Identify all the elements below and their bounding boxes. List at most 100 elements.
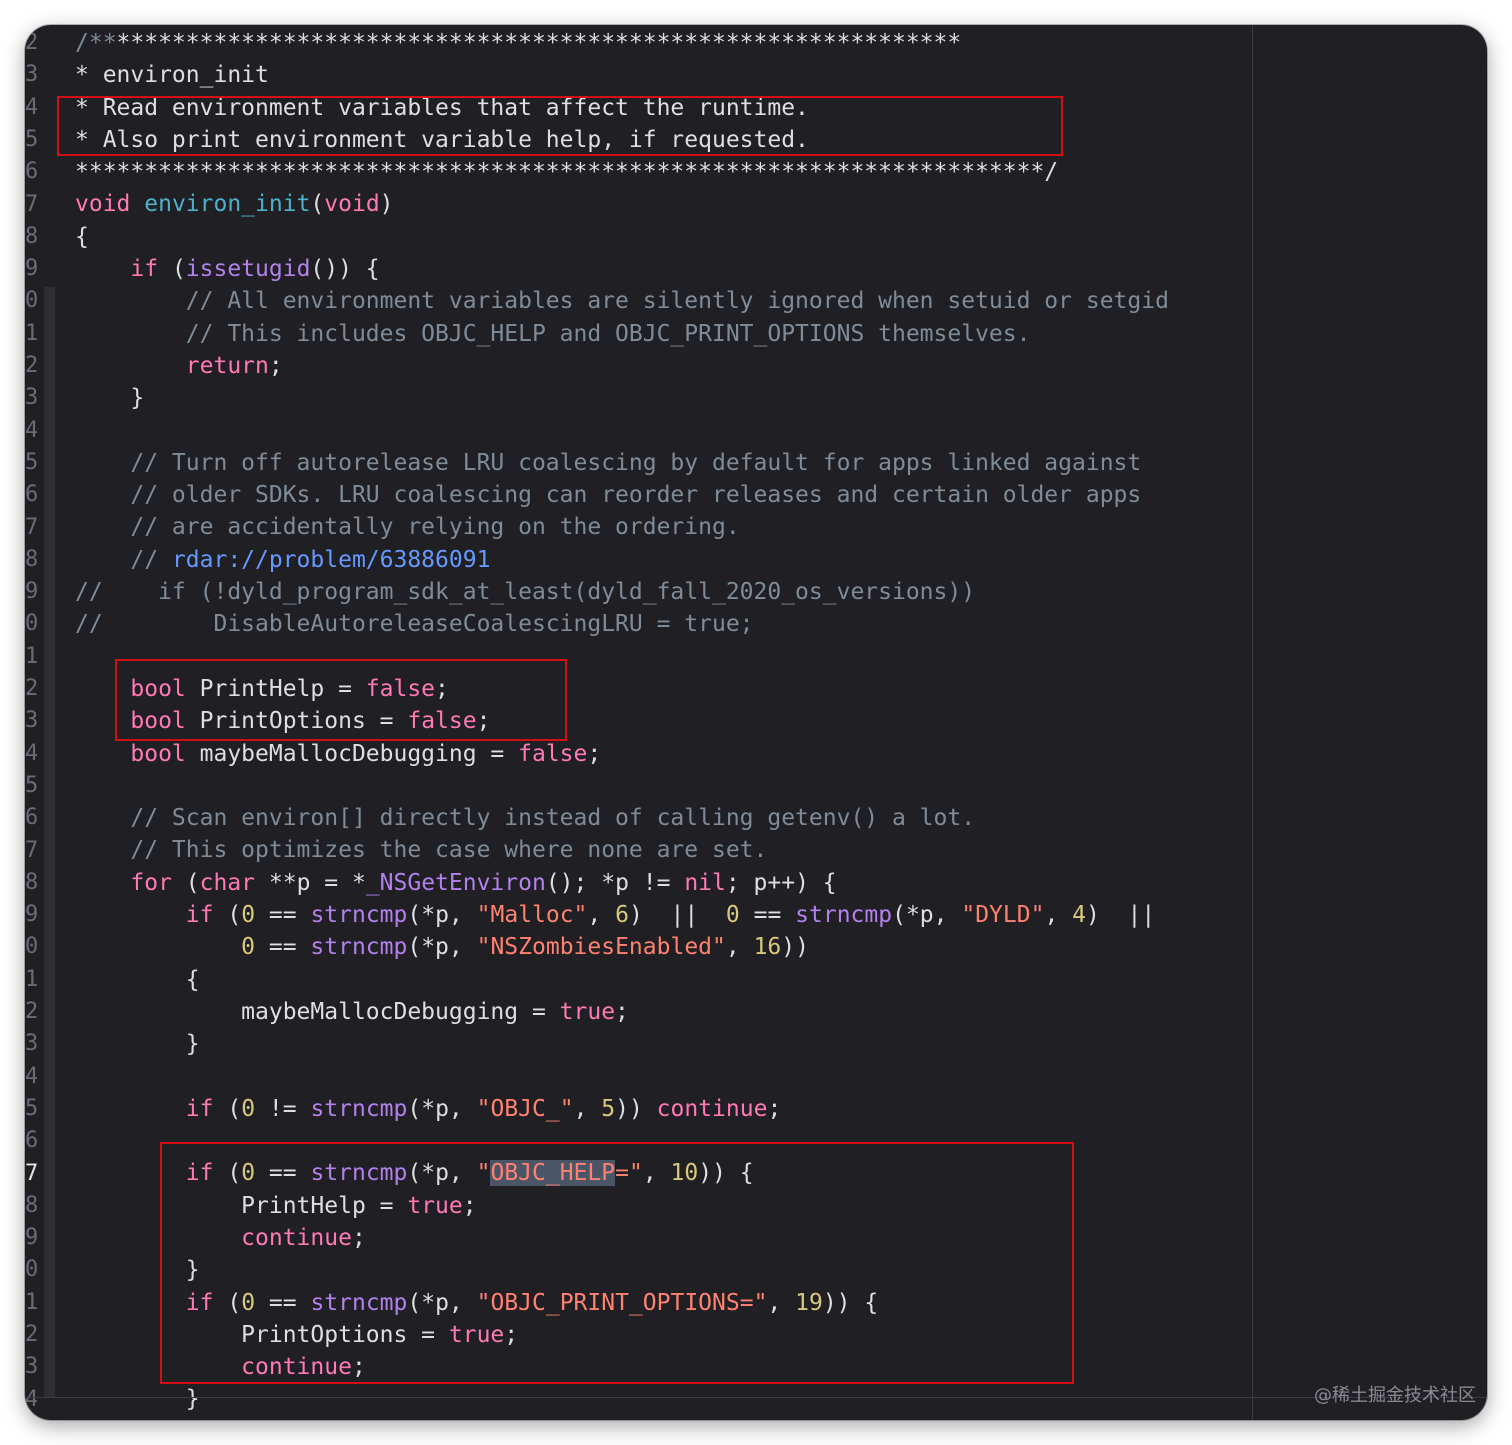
line-number: 2 (25, 353, 37, 378)
code-token: false (518, 740, 588, 767)
code-token: // Scan environ[] directly instead of ca… (75, 805, 976, 832)
code-token: rdar://problem/63886091 (171, 546, 491, 573)
watermark-text: @稀土掘金技术社区 (1314, 1385, 1476, 1406)
code-line[interactable]: ****************************************… (75, 156, 1487, 188)
annotation-box-comment (57, 96, 1063, 156)
code-line[interactable]: // DisableAutoreleaseCoalescingLRU = tru… (75, 608, 1487, 640)
code-token: bool (130, 740, 186, 767)
code-token: // All environment variables are silentl… (75, 288, 1169, 315)
code-line[interactable]: for (char **p = *_NSGetEnviron(); *p != … (75, 867, 1487, 899)
code-token: ; (268, 352, 283, 379)
code-line[interactable]: if (0 != strncmp(*p, "OBJC_", 5)) contin… (75, 1093, 1487, 1125)
line-number: 1 (25, 966, 37, 992)
code-token: )) (781, 934, 809, 961)
code-token: // (75, 546, 172, 573)
code-token: ) || (628, 902, 726, 929)
code-token: // This includes OBJC_HELP and OBJC_PRIN… (75, 320, 1031, 347)
code-line[interactable]: /***************************************… (75, 27, 1487, 59)
line-number: 5 (25, 772, 37, 798)
code-line[interactable]: // This optimizes the case where none ar… (75, 834, 1487, 866)
line-number: 1 (25, 320, 37, 346)
code-line[interactable]: if (0 == strncmp(*p, "Malloc", 6) || 0 =… (75, 899, 1487, 931)
code-token: strncmp (310, 1095, 408, 1122)
code-token: "OBJC_" (476, 1095, 574, 1122)
line-number: 4 (25, 1386, 37, 1412)
code-token: char (199, 869, 256, 896)
code-token: , (587, 902, 616, 929)
code-line[interactable]: // This includes OBJC_HELP and OBJC_PRIN… (75, 318, 1487, 350)
code-token: , (725, 934, 754, 961)
code-token: ; (587, 740, 602, 767)
line-number: 6 (25, 482, 37, 508)
line-number: 9 (25, 902, 37, 928)
line-number: 0 (25, 611, 37, 637)
code-token: // are accidentally relying on the order… (75, 514, 740, 541)
code-token: == (739, 902, 796, 929)
code-token: // older SDKs. LRU coalescing can reorde… (75, 482, 1142, 509)
code-token: (*p, (892, 902, 962, 929)
line-number: 8 (25, 1192, 37, 1218)
code-token: ( (171, 869, 200, 896)
code-line[interactable]: // older SDKs. LRU coalescing can reorde… (75, 479, 1487, 511)
code-line[interactable]: bool maybeMallocDebugging = false; (75, 738, 1487, 770)
horizontal-scrollbar[interactable] (25, 1397, 1487, 1398)
code-token: != (255, 1095, 311, 1122)
line-number: 9 (25, 1225, 37, 1251)
line-number: 9 (25, 579, 37, 605)
code-token: if (185, 902, 214, 929)
code-token: void (75, 191, 131, 218)
code-token: ) || (1086, 902, 1156, 929)
code-line[interactable]: // All environment variables are silentl… (75, 285, 1487, 317)
code-line[interactable]: // if (!dyld_program_sdk_at_least(dyld_f… (75, 576, 1487, 608)
code-token: ( (310, 191, 325, 218)
code-token: "Malloc" (476, 902, 588, 929)
code-token: == (255, 934, 311, 961)
code-line[interactable]: // rdar://problem/63886091 (75, 544, 1487, 576)
line-number: 0 (25, 1257, 37, 1283)
code-token: == (255, 902, 311, 929)
code-line[interactable] (75, 770, 1487, 802)
line-number: 7 (25, 837, 37, 863)
code-line[interactable]: 0 == strncmp(*p, "NSZombiesEnabled", 16)… (75, 931, 1487, 963)
code-token: // if (!dyld_program_sdk_at_least(dyld_f… (75, 579, 976, 606)
line-number: 0 (25, 288, 37, 314)
line-number: 3 (25, 1354, 37, 1380)
code-line[interactable]: } (75, 382, 1487, 414)
code-token: 4 (1072, 902, 1086, 929)
line-number: 8 (25, 546, 37, 572)
code-line[interactable]: * environ_init (75, 59, 1487, 91)
code-token: "NSZombiesEnabled" (476, 934, 726, 961)
line-number: 2 (25, 1322, 37, 1347)
line-number: 6 (25, 1128, 37, 1154)
code-line[interactable]: void environ_init(void) (75, 188, 1487, 220)
code-line[interactable] (75, 415, 1487, 447)
code-line[interactable]: if (issetugid()) { (75, 253, 1487, 285)
code-line[interactable]: } (75, 1028, 1487, 1060)
code-line[interactable]: } (75, 1383, 1487, 1415)
code-token: 16 (753, 934, 782, 961)
code-line[interactable]: return; (75, 350, 1487, 382)
code-folding-ribbon[interactable] (44, 287, 55, 1397)
code-token: if (185, 1095, 214, 1122)
line-number: 3 (25, 708, 37, 734)
code-token: } (75, 1031, 200, 1058)
code-token: // Turn off autorelease LRU coalescing b… (75, 449, 1142, 476)
code-token: ; (767, 1095, 782, 1122)
code-line[interactable]: // are accidentally relying on the order… (75, 511, 1487, 543)
code-line[interactable]: // Scan environ[] directly instead of ca… (75, 802, 1487, 834)
code-token: ; p++) { (725, 869, 837, 896)
line-number: 0 (25, 934, 37, 960)
annotation-box-objc-help-checks (160, 1142, 1074, 1384)
code-token: )) (615, 1095, 657, 1122)
code-line[interactable]: // Turn off autorelease LRU coalescing b… (75, 447, 1487, 479)
code-token: /** (75, 30, 117, 56)
code-line[interactable]: { (75, 221, 1487, 253)
code-token: (*p, (407, 934, 477, 961)
code-line[interactable]: { (75, 964, 1487, 996)
code-line[interactable] (75, 1061, 1487, 1093)
code-token: 0 (241, 934, 256, 961)
code-line[interactable]: maybeMallocDebugging = true; (75, 996, 1487, 1028)
code-token: environ_init (144, 191, 311, 218)
